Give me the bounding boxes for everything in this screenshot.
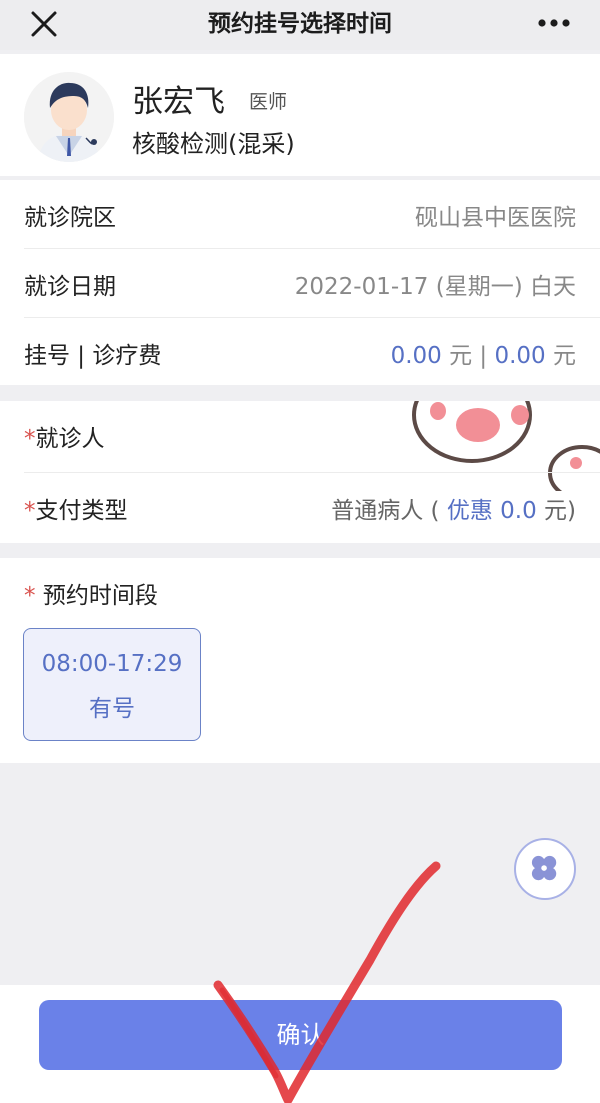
time-slot-card: * 预约时间段 08:00-17:29 有号 [0,558,600,763]
campus-row: 就诊院区 砚山县中医医院 [0,180,600,248]
more-options-icon[interactable] [534,8,574,38]
date-value: 2022-01-17 (星期一) 白天 [294,274,576,300]
doctor-title: 医师 [249,91,288,113]
slot-availability: 有号 [89,696,135,722]
payment-type-row[interactable]: *支付类型 普通病人 ( 优惠 0.0 元) [0,473,600,541]
patient-label-wrap: *就诊人 [24,419,105,453]
discount-unit: 元) [544,498,576,524]
payment-type-label: 支付类型 [35,498,128,524]
page-title: 预约挂号选择时间 [208,11,392,37]
patient-card: *就诊人 *支付类型 普通病人 ( 优惠 0.0 元) [0,401,600,543]
treatment-fee: 0.00 [494,343,546,369]
clover-icon [531,855,557,881]
discount-amount: 0.0 [500,498,537,524]
doctor-card: 张宏飞 医师 核酸检测(混采) [0,54,600,176]
required-mark: * [24,583,36,609]
required-mark: * [24,498,36,524]
time-slot-title: * 预约时间段 [24,576,158,610]
time-slot-option[interactable]: 08:00-17:29 有号 [23,628,201,741]
doctor-name: 张宏飞 [132,84,225,120]
payment-type-name: 普通病人 ( [331,498,440,524]
fee-unit: 元 [449,343,473,369]
patient-label: 就诊人 [35,426,105,452]
fee-label: 挂号 | 诊疗费 [24,343,162,369]
fee-row: 挂号 | 诊疗费 0.00 元 | 0.00 元 [0,318,600,386]
required-mark: * [24,426,36,452]
doctor-department: 核酸检测(混采) [132,130,295,158]
time-slot-label: 预约时间段 [42,583,158,609]
title-bar: 预约挂号选择时间 [0,0,600,50]
doctor-avatar [24,72,114,162]
slot-time: 08:00-17:29 [41,651,183,677]
date-label: 就诊日期 [24,274,116,300]
fee-value: 0.00 元 | 0.00 元 [391,336,576,370]
date-row: 就诊日期 2022-01-17 (星期一) 白天 [0,249,600,317]
discount-label: 优惠 [446,498,493,524]
patient-row[interactable]: *就诊人 [0,401,600,469]
floating-menu-button[interactable] [514,838,576,900]
appointment-info-card: 就诊院区 砚山县中医医院 就诊日期 2022-01-17 (星期一) 白天 挂号… [0,180,600,385]
fee-unit: 元 [553,343,576,369]
payment-type-value: 普通病人 ( 优惠 0.0 元) [331,491,576,525]
registration-fee: 0.00 [390,343,442,369]
fee-separator: | [479,343,488,369]
bottom-bar: 确认 [0,985,600,1103]
campus-label: 就诊院区 [24,205,116,231]
campus-value: 砚山县中医医院 [415,205,576,231]
confirm-button[interactable]: 确认 [39,1000,562,1070]
payment-label-wrap: *支付类型 [24,491,128,525]
